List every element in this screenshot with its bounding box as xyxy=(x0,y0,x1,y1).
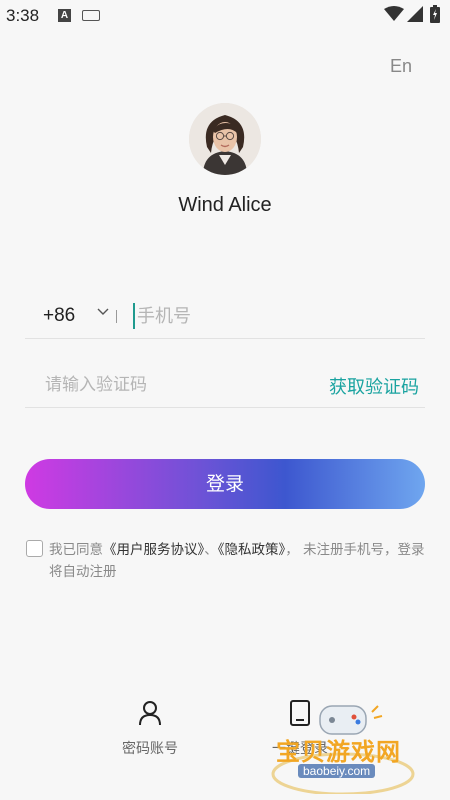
privacy-policy-link[interactable]: 《隐私政策》 xyxy=(218,542,286,558)
watermark-url: baobeiy.com xyxy=(298,764,376,778)
code-row: 获取验证码 xyxy=(25,362,425,408)
verification-code-input[interactable] xyxy=(45,370,295,400)
battery-icon xyxy=(430,5,440,23)
field-divider xyxy=(116,310,117,323)
watermark-logo: 宝贝游戏网 baobeiy.com xyxy=(268,702,418,794)
wifi-icon xyxy=(384,6,404,21)
user-agreement-link[interactable]: 《用户服务协议》 xyxy=(103,542,204,558)
agreement-checkbox[interactable] xyxy=(26,540,43,557)
password-login-label: 密码账号 xyxy=(122,741,178,757)
watermark-title: 宝贝游戏网 xyxy=(276,738,401,766)
user-icon xyxy=(139,701,161,726)
language-switch-link[interactable]: En xyxy=(390,56,412,77)
chevron-down-icon[interactable] xyxy=(97,308,109,316)
avatar-portrait-icon xyxy=(189,103,261,175)
keyboard-icon xyxy=(82,10,100,21)
agreement-prefix: 我已同意 xyxy=(49,542,103,558)
login-button[interactable]: 登录 xyxy=(25,459,425,509)
get-code-button[interactable]: 获取验证码 xyxy=(329,373,419,399)
notification-a-icon: A xyxy=(58,9,71,22)
profile-name: Wind Alice xyxy=(178,194,272,216)
status-time: 3:38 xyxy=(6,6,40,25)
country-code-selector[interactable]: +86 xyxy=(43,305,75,327)
phone-row: +86 xyxy=(25,293,425,339)
status-bar: 3:38 A xyxy=(0,0,450,32)
password-login-option[interactable]: 密码账号 xyxy=(100,700,200,758)
avatar xyxy=(189,103,261,175)
text-cursor xyxy=(133,303,135,329)
agreement-text: 我已同意《用户服务协议》、《隐私政策》， 未注册手机号，登录将自动注册 xyxy=(49,539,429,583)
phone-input[interactable] xyxy=(137,301,407,331)
signal-icon xyxy=(407,6,423,22)
agreement-separator: 、 xyxy=(204,542,218,558)
